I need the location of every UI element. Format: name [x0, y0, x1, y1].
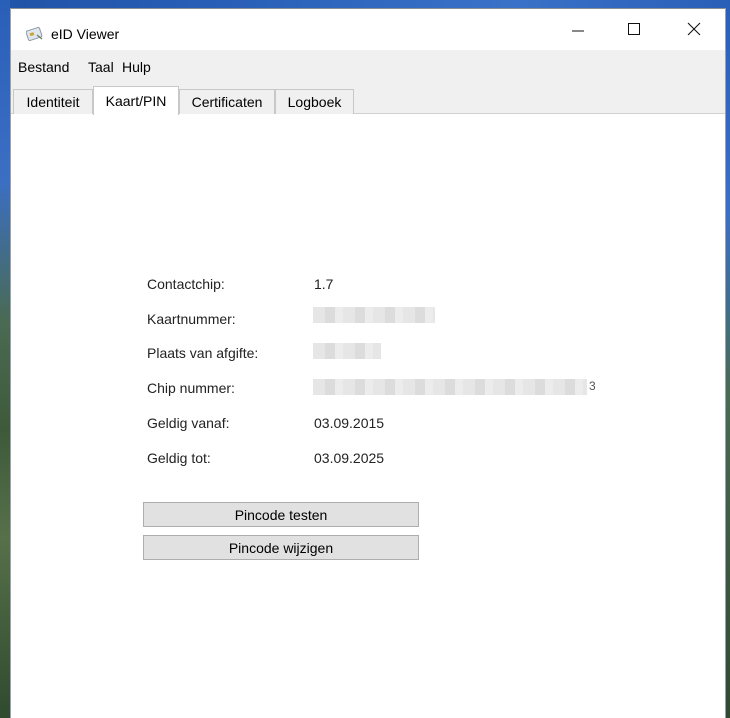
contactchip-label: Contactchip: [147, 276, 225, 292]
geldig-vanaf-value: 03.09.2015 [314, 415, 385, 431]
contactchip-value: 1.7 [314, 276, 334, 292]
tab-logboek[interactable]: Logboek [275, 89, 354, 114]
kaartnummer-value-redacted [313, 307, 435, 323]
geldig-tot-label: Geldig tot: [147, 450, 211, 466]
app-window: eID Viewer Bestand Taal Hulp Identiteit … [10, 8, 726, 718]
tab-certificaten[interactable]: Certificaten [179, 89, 275, 114]
card-pin-panel: Contactchip: 1.7 Kaartnummer: Plaats van… [11, 114, 725, 718]
menu-hulp[interactable]: Hulp [122, 59, 151, 75]
tab-strip: Identiteit Kaart/PIN Certificaten Logboe… [11, 84, 725, 115]
close-button[interactable] [671, 9, 717, 49]
chip-nummer-value-redacted [313, 379, 587, 395]
menu-taal[interactable]: Taal [88, 59, 114, 75]
minimize-icon [572, 30, 584, 32]
maximize-icon [628, 23, 640, 35]
chip-nummer-suffix: 3 [589, 379, 596, 393]
test-pin-button[interactable]: Pincode testen [143, 502, 419, 527]
plaats-van-afgifte-value-redacted [313, 343, 381, 359]
plaats-van-afgifte-label: Plaats van afgifte: [147, 345, 259, 361]
menu-bestand[interactable]: Bestand [18, 59, 69, 75]
tab-identiteit[interactable]: Identiteit [13, 89, 93, 114]
menu-bar: Bestand Taal Hulp [11, 50, 725, 84]
maximize-button[interactable] [611, 9, 657, 49]
title-bar[interactable]: eID Viewer [11, 8, 725, 50]
close-icon [687, 22, 701, 36]
desktop-background-top [0, 0, 730, 8]
window-title: eID Viewer [51, 26, 120, 42]
eid-card-icon [25, 26, 44, 42]
geldig-tot-value: 03.09.2025 [314, 450, 385, 466]
chip-nummer-label: Chip nummer: [147, 380, 235, 396]
desktop-background-left [0, 0, 10, 718]
desktop-background-right [726, 0, 730, 718]
minimize-button[interactable] [555, 9, 601, 49]
kaartnummer-label: Kaartnummer: [147, 311, 236, 327]
change-pin-button[interactable]: Pincode wijzigen [143, 535, 419, 560]
tab-kaart-pin[interactable]: Kaart/PIN [93, 86, 179, 115]
geldig-vanaf-label: Geldig vanaf: [147, 415, 230, 431]
